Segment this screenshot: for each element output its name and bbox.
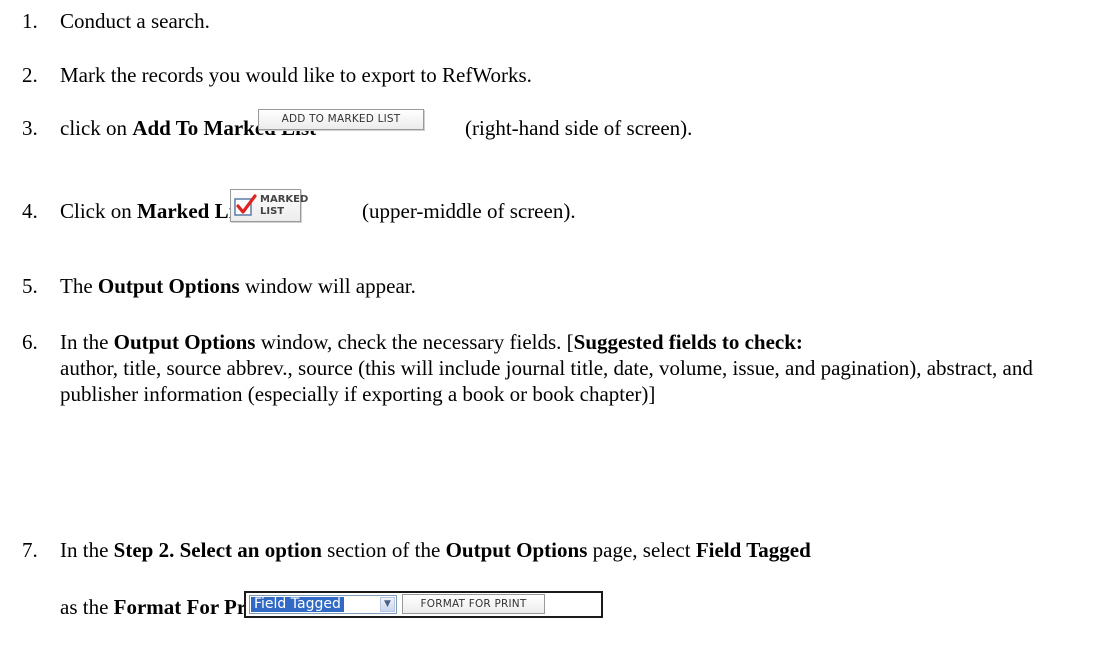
step-5: 5. The Output Options window will appear.: [22, 273, 1097, 299]
step-text: Conduct a search.: [60, 9, 210, 33]
step-3: 3. click on Add To Marked List (right-hand…: [22, 115, 1097, 141]
step-text: (right-hand side of screen).: [465, 116, 693, 140]
format-controls: Field Tagged ▼ FORMAT FOR PRINT: [244, 591, 603, 618]
step-number: 4.: [22, 199, 38, 223]
format-select-value: Field Tagged: [251, 597, 344, 612]
step-text: window, check the necessary fields. [: [255, 330, 574, 354]
format-select[interactable]: Field Tagged ▼: [249, 595, 397, 614]
step-6: 6. In the Output Options window, check th…: [22, 329, 1097, 407]
step-number: 2.: [22, 63, 38, 87]
checkmark-icon: [234, 194, 257, 216]
add-to-marked-list-button[interactable]: ADD TO MARKED LIST: [258, 109, 424, 130]
step-text: (upper-middle of screen).: [362, 199, 576, 223]
step-text: window will appear.: [239, 274, 416, 298]
marked-list-button[interactable]: MARKED LIST: [230, 189, 308, 222]
format-for-print-button[interactable]: FORMAT FOR PRINT: [402, 594, 545, 614]
step-bold-text: Output Options: [113, 330, 256, 354]
step-text: In the: [60, 330, 114, 354]
step-bold-text: Output Options: [97, 274, 240, 298]
step-text: Click on: [60, 199, 137, 223]
step-number: 7.: [22, 538, 38, 562]
step-text: click on: [60, 116, 133, 140]
step-number: 1.: [22, 9, 38, 33]
step-number: 6.: [22, 330, 38, 354]
step-1: 1. Conduct a search.: [22, 8, 1097, 34]
step-bold-text: Step 2. Select an option: [113, 538, 322, 562]
step-bold-text: Field Tagged: [695, 538, 811, 562]
list-label: LIST: [260, 206, 285, 217]
step-bold-text: Output Options: [445, 538, 588, 562]
step-4: 4. Click on Marked List (upper-middle of s…: [22, 198, 1097, 224]
chevron-down-icon[interactable]: ▼: [380, 597, 395, 612]
step-bold-text: Suggested fields to check:: [573, 330, 803, 354]
step-text: Mark the records you would like to expor…: [60, 63, 532, 87]
step-text: section of the: [321, 538, 446, 562]
step-number: 5.: [22, 274, 38, 298]
marked-label: MARKED: [260, 194, 309, 205]
step-text: page, select: [587, 538, 696, 562]
step-number: 3.: [22, 116, 38, 140]
step-text: as the: [60, 595, 114, 619]
step-2: 2. Mark the records you would like to exp…: [22, 62, 1097, 88]
step-text: In the: [60, 538, 114, 562]
step-7: 7. In the Step 2. Select an option sectio…: [22, 537, 1097, 563]
step-text: The: [60, 274, 98, 298]
step-text-continued: author, title, source abbrev., source (t…: [60, 356, 1033, 406]
